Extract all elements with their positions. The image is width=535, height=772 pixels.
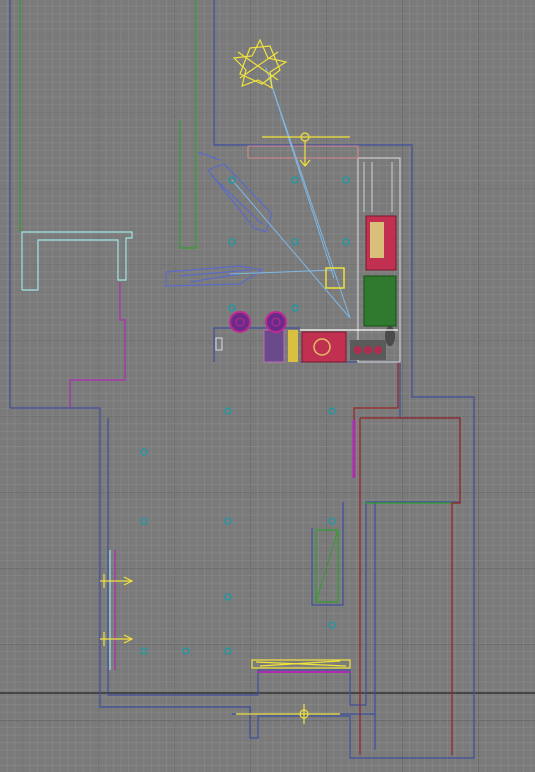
downlight-icon [182,647,190,655]
tv-unit [215,337,223,351]
armchair-2[interactable] [265,311,287,333]
wall-light-2[interactable] [100,632,134,646]
downlight-icon [328,517,336,525]
downlight-icon [224,517,232,525]
downlight-icon [291,304,299,312]
camera-2-icon[interactable] [197,151,273,233]
downlight-icon [291,238,299,246]
bar-stool-3 [374,346,382,354]
dining-table[interactable] [263,329,285,363]
downlight-icon [140,647,148,655]
downlight-icon [328,621,336,629]
downlight-icon [228,304,236,312]
light-fixture-north[interactable] [262,132,350,167]
green-wall-mid[interactable] [179,0,197,249]
camera-1-icon[interactable] [165,265,264,287]
downlight-icon [224,407,232,415]
downlight-icon [228,238,236,246]
green-stair-diag [315,529,339,603]
downlight-icon [224,647,232,655]
fridge-panel [370,222,384,258]
cooktop[interactable] [363,275,397,327]
downlight-icon [224,593,232,601]
downlight-icon [342,238,350,246]
top-viewport[interactable] [0,0,535,772]
kitchen-island[interactable] [301,331,347,363]
red-wall[interactable] [353,362,399,420]
downlight-icon [291,176,299,184]
exterior-wall-outline[interactable] [9,0,475,759]
bar-stool-1 [354,346,362,354]
cyan-counter[interactable] [21,231,133,291]
camera-line-2 [265,67,335,279]
shelf [288,330,298,362]
interior-wall-outline[interactable] [107,361,461,706]
magenta-wall-west[interactable] [69,282,126,408]
wall-light-1[interactable] [100,574,134,588]
light-fixture-south[interactable] [236,704,340,724]
camera-target-icon[interactable] [325,267,345,289]
downlight-icon [140,448,148,456]
downlight-icon [342,176,350,184]
downlight-icon [140,517,148,525]
window-top[interactable] [247,145,359,159]
kitchen-counter-lights[interactable] [251,659,351,669]
sink[interactable] [385,326,395,346]
camera-line-3 [231,179,351,319]
armchair-1[interactable] [229,311,251,333]
downlight-icon [328,407,336,415]
bar-stool-2 [364,346,372,354]
star-light-icon[interactable] [232,38,288,90]
downlight-grid [140,176,350,655]
interior-wall-west[interactable] [213,327,300,362]
